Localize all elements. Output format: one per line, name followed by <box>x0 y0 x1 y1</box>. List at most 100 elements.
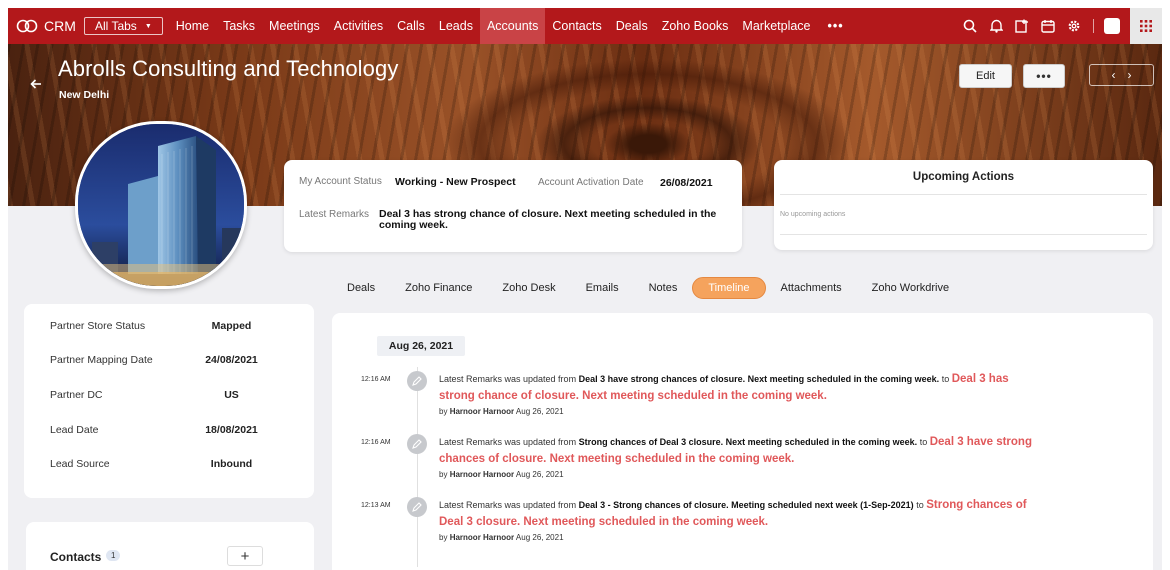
nav-item-tasks[interactable]: Tasks <box>216 8 262 44</box>
entry-to-word: to <box>916 500 924 510</box>
entry-time: 12:16 AM <box>361 376 391 383</box>
entry-prefix: Latest Remarks was updated from <box>439 500 577 510</box>
tab-zoho-desk[interactable]: Zoho Desk <box>487 277 570 299</box>
account-details-card: Partner Store Status Mapped Partner Mapp… <box>24 304 314 498</box>
more-actions-button[interactable]: ••• <box>1023 64 1065 88</box>
entry-prefix: Latest Remarks was updated from <box>439 437 577 447</box>
account-logo-image <box>75 121 247 289</box>
crm-brand[interactable]: CRM <box>8 18 84 34</box>
upcoming-actions-title: Upcoming Actions <box>912 171 1015 183</box>
tab-timeline[interactable]: Timeline <box>692 277 766 299</box>
all-tabs-dropdown[interactable]: All Tabs ▼ <box>84 17 163 35</box>
tab-zoho-workdrive[interactable]: Zoho Workdrive <box>857 277 964 299</box>
record-navigation: ‹ › <box>1089 64 1154 86</box>
remarks-value: Deal 3 has strong chance of closure. Nex… <box>379 208 717 231</box>
detail-label: Lead Date <box>50 424 99 436</box>
nav-item-home[interactable]: Home <box>169 8 216 44</box>
entry-date: Aug 26, 2021 <box>515 470 564 479</box>
contacts-title: Contacts <box>50 550 102 564</box>
detail-label: Lead Source <box>50 458 110 470</box>
nav-item-accounts[interactable]: Accounts <box>479 8 546 44</box>
next-record-icon[interactable]: › <box>1128 68 1132 82</box>
tab-notes[interactable]: Notes <box>634 277 693 299</box>
calendar-icon[interactable] <box>1035 8 1061 44</box>
remarks-label: Latest Remarks <box>299 209 370 220</box>
tab-attachments[interactable]: Attachments <box>766 277 857 299</box>
nav-item-meetings[interactable]: Meetings <box>262 8 327 44</box>
account-name: Abrolls Consulting and Technology <box>58 56 399 81</box>
entry-author-line: by Harnoor Harnoor Aug 26, 2021 <box>439 533 564 542</box>
upcoming-empty-text: No upcoming actions <box>780 211 846 218</box>
nav-more-button[interactable]: ••• <box>818 8 854 44</box>
timeline-date-chip: Aug 26, 2021 <box>377 336 465 356</box>
previous-record-icon[interactable]: ‹ <box>1112 68 1116 82</box>
entry-from-value: Deal 3 have strong chances of closure. N… <box>578 374 940 384</box>
account-city: New Delhi <box>59 89 110 101</box>
entry-by-prefix: by <box>439 407 448 416</box>
nav-item-deals[interactable]: Deals <box>609 8 655 44</box>
tab-zoho-finance[interactable]: Zoho Finance <box>390 277 487 299</box>
entry-text: Latest Remarks was updated from Deal 3 -… <box>439 497 1039 531</box>
top-navigation-bar: CRM All Tabs ▼ Home Tasks Meetings Activ… <box>8 8 1162 44</box>
activation-date-value: 26/08/2021 <box>660 177 713 189</box>
account-info-card: My Account Status Working - New Prospect… <box>284 160 742 252</box>
edit-pencil-icon <box>407 497 427 517</box>
nav-item-activities[interactable]: Activities <box>327 8 390 44</box>
crm-logo-icon <box>16 19 38 33</box>
entry-from-value: Deal 3 - Strong chances of closure. Meet… <box>578 500 914 510</box>
divider <box>780 194 1147 195</box>
entry-date: Aug 26, 2021 <box>515 533 564 542</box>
detail-row: Lead Date 18/08/2021 <box>24 424 314 444</box>
edit-pencil-icon <box>407 371 427 391</box>
avatar-icon[interactable] <box>1104 18 1120 34</box>
status-label: My Account Status <box>299 176 382 187</box>
brand-label: CRM <box>44 18 76 34</box>
nav-item-calls[interactable]: Calls <box>390 8 432 44</box>
related-list-tabs: Deals Zoho Finance Zoho Desk Emails Note… <box>332 277 964 299</box>
entry-author-line: by Harnoor Harnoor Aug 26, 2021 <box>439 470 564 479</box>
tab-emails[interactable]: Emails <box>571 277 634 299</box>
gear-icon[interactable] <box>1061 8 1087 44</box>
divider <box>780 234 1147 235</box>
contacts-section: Contacts 1 + <box>26 522 314 570</box>
entry-by-prefix: by <box>439 470 448 479</box>
entry-text: Latest Remarks was updated from Deal 3 h… <box>439 371 1039 405</box>
entry-time: 12:16 AM <box>361 439 391 446</box>
add-contact-button[interactable]: + <box>227 546 263 566</box>
back-arrow-icon[interactable] <box>30 77 42 94</box>
detail-value: 24/08/2021 <box>205 354 258 366</box>
entry-author-line: by Harnoor Harnoor Aug 26, 2021 <box>439 407 564 416</box>
contacts-count-badge: 1 <box>106 550 121 561</box>
search-icon[interactable] <box>957 8 983 44</box>
detail-row: Partner Store Status Mapped <box>24 320 314 340</box>
detail-label: Partner DC <box>50 389 103 401</box>
tab-deals[interactable]: Deals <box>332 277 390 299</box>
entry-time: 12:13 AM <box>361 502 391 509</box>
entry-author: Harnoor Harnoor <box>449 470 515 479</box>
add-task-icon[interactable] <box>1009 8 1035 44</box>
upcoming-actions-card: Upcoming Actions No upcoming actions <box>774 160 1153 250</box>
entry-prefix: Latest Remarks was updated from <box>439 374 577 384</box>
detail-label: Partner Store Status <box>50 320 146 332</box>
app-grid-icon[interactable] <box>1130 8 1162 44</box>
timeline-panel: Aug 26, 2021 12:16 AM Latest Remarks was… <box>332 313 1153 570</box>
detail-row: Partner DC US <box>24 389 314 409</box>
nav-item-leads[interactable]: Leads <box>432 8 480 44</box>
status-value: Working - New Prospect <box>395 176 516 188</box>
entry-date: Aug 26, 2021 <box>515 407 564 416</box>
detail-row: Partner Mapping Date 24/08/2021 <box>24 354 314 374</box>
nav-item-marketplace[interactable]: Marketplace <box>735 8 817 44</box>
nav-item-contacts[interactable]: Contacts <box>545 8 608 44</box>
nav-divider <box>1093 19 1094 33</box>
detail-value: Mapped <box>211 320 252 332</box>
detail-value: US <box>224 389 239 401</box>
edit-button[interactable]: Edit <box>959 64 1012 88</box>
bell-icon[interactable] <box>983 8 1009 44</box>
entry-by-prefix: by <box>439 533 448 542</box>
entry-to-word: to <box>919 437 928 447</box>
nav-item-zoho-books[interactable]: Zoho Books <box>655 8 736 44</box>
detail-value: Inbound <box>210 458 253 470</box>
entry-from-value: Strong chances of Deal 3 closure. Next m… <box>578 437 918 447</box>
activation-date-label: Account Activation Date <box>538 177 644 188</box>
detail-row: Lead Source Inbound <box>24 458 314 478</box>
